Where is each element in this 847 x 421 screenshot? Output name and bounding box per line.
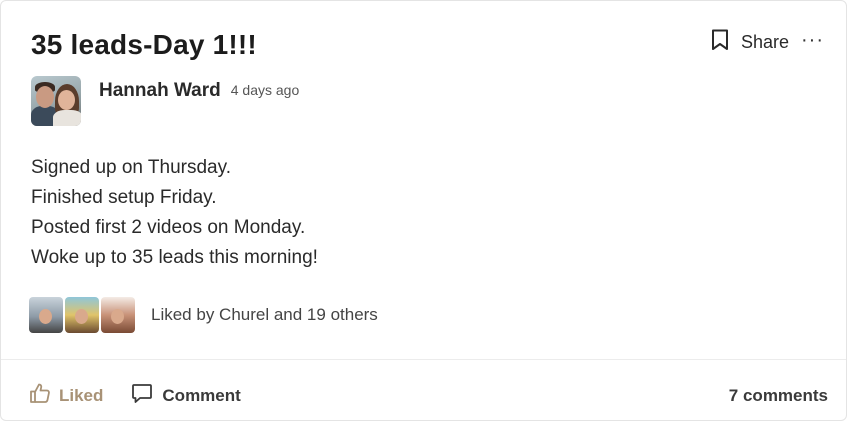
post-author: Hannah Ward 4 days ago <box>31 76 299 126</box>
post-footer: Liked Comment 7 comments <box>29 382 828 409</box>
post-body: Signed up on Thursday. Finished setup Fr… <box>31 153 318 273</box>
likes-text[interactable]: Liked by Churel and 19 others <box>151 305 378 325</box>
avatar[interactable] <box>31 76 81 126</box>
post-card: 35 leads-Day 1!!! Share ··· Hannah Ward … <box>0 0 847 421</box>
more-options-button[interactable]: ··· <box>801 30 824 50</box>
post-body-line: Finished setup Friday. <box>31 187 217 208</box>
comment-icon <box>131 382 153 409</box>
liker-avatar[interactable] <box>65 297 99 333</box>
post-actions: Share ··· <box>711 29 824 56</box>
share-label: Share <box>740 32 790 52</box>
comment-count-link[interactable]: 7 comments <box>729 386 828 406</box>
liker-avatar[interactable] <box>29 297 63 333</box>
comment-label: Comment <box>162 385 241 405</box>
like-button[interactable]: Liked <box>29 382 103 409</box>
liker-avatar[interactable] <box>101 297 135 333</box>
post-body-line: Signed up on Thursday. <box>31 157 231 178</box>
like-label: Liked <box>59 385 104 405</box>
post-title: 35 leads-Day 1!!! <box>31 29 257 60</box>
author-name[interactable]: Hannah Ward <box>99 80 221 102</box>
comment-button[interactable]: Comment <box>131 382 241 409</box>
likes-summary: Liked by Churel and 19 others <box>29 297 378 333</box>
post-body-line: Posted first 2 videos on Monday. <box>31 217 306 238</box>
share-button[interactable]: Share <box>711 29 789 56</box>
post-timestamp: 4 days ago <box>230 82 300 98</box>
liker-avatars <box>29 297 137 333</box>
post-body-line: Woke up to 35 leads this morning! <box>31 247 318 268</box>
thumbs-up-icon <box>29 382 51 409</box>
bookmark-icon <box>711 29 729 56</box>
divider <box>1 359 846 360</box>
